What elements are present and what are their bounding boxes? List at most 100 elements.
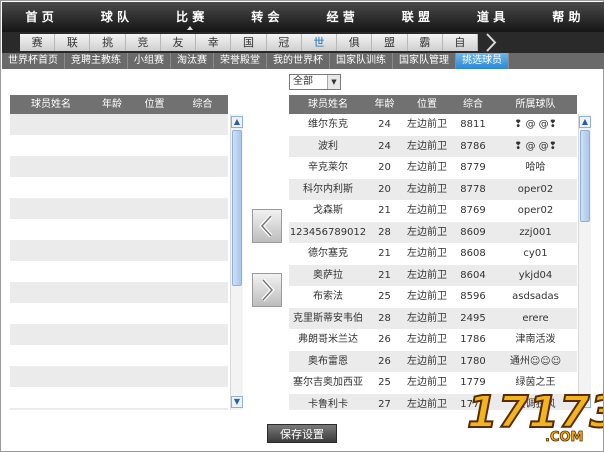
table-row[interactable]: 布索法 25 左边前卫 8596 asdsadas (289, 286, 577, 308)
cell-player-name: 戈森斯 (313, 205, 343, 216)
left-col-age: 年龄 (102, 99, 122, 110)
sub-nav-item[interactable]: 挑 (90, 34, 126, 51)
move-right-button[interactable] (252, 273, 282, 307)
save-settings-button[interactable]: 保存设置 (267, 424, 337, 443)
table-row[interactable]: 奥萨拉 21 左边前卫 8604 ykjd04 (289, 264, 577, 286)
right-col-team: 所属球队 (515, 99, 556, 110)
top-nav-item[interactable]: 球 队 (77, 2, 152, 32)
cell-team: erere (522, 312, 549, 324)
cell-age: 25 (378, 291, 391, 302)
right-scrollbar[interactable]: ▲ ▼ (578, 114, 591, 410)
top-nav: 首 页球 队比 赛转 会经 营联 盟道 具帮 助 (2, 2, 604, 32)
table-row[interactable]: 奥布雷恩 26 左边前卫 1780 通州☺☺☺ (289, 350, 577, 372)
table-row[interactable]: 维尔东克 24 左边前卫 8811 ❢ @ @❢ (289, 114, 577, 136)
cell-age: 26 (378, 355, 391, 367)
top-nav-item[interactable]: 帮 助 (529, 2, 604, 32)
logo-suffix: .COM (545, 430, 583, 445)
cell-overall: 2495 (460, 312, 486, 324)
top-nav-item[interactable]: 首 页 (2, 2, 77, 32)
move-left-button[interactable] (252, 209, 282, 243)
cell-team: ❢ @ @❢ (513, 140, 558, 152)
sub-nav-item[interactable]: 霸 (408, 34, 443, 51)
cell-age: 28 (378, 226, 391, 238)
scroll-thumb[interactable] (232, 130, 242, 286)
table-row[interactable]: 波利 24 左边前卫 8786 ❢ @ @❢ (289, 135, 577, 157)
window-frame: 首 页球 队比 赛转 会经 营联 盟道 具帮 助 赛联挑竞友幸国冠世俱盟霸自 世… (0, 0, 604, 452)
cell-overall: 8608 (460, 248, 486, 259)
cell-overall: 8596 (460, 291, 486, 302)
sub-nav-item[interactable]: 赛 (20, 34, 56, 51)
cell-overall: 8779 (460, 162, 486, 173)
tab-item[interactable]: 淘汰赛 (171, 53, 214, 69)
tab-item[interactable]: 小组赛 (128, 53, 171, 69)
right-table-body: 维尔东克 24 左边前卫 8811 ❢ @ @❢ 波利 24 左边前卫 8786 ❢ @ @❢ 辛克… (289, 114, 577, 410)
left-table-header: 球员姓名 年龄 位置 综合 (10, 95, 228, 114)
right-col-age: 年龄 (374, 99, 395, 110)
tab-item[interactable]: 我的世界杯 (267, 53, 330, 69)
sub-nav-item[interactable]: 盟 (372, 34, 408, 51)
cell-player-name: 科尔内利斯 (303, 183, 353, 195)
table-row[interactable]: 123456789012 28 左边前卫 8609 zzj001 (289, 221, 577, 243)
cell-overall: 8811 (460, 119, 486, 130)
cell-age: 24 (378, 119, 391, 130)
filter-select[interactable]: 全部 ▼ (289, 74, 341, 90)
cell-player-name: 辛克莱尔 (308, 162, 348, 173)
cell-age: 21 (378, 248, 391, 259)
table-row[interactable]: 弗朗哥米兰达 26 左边前卫 1786 津南活泼 (289, 329, 577, 351)
tab-item[interactable]: 世界杯首页 (2, 53, 65, 69)
table-row[interactable]: 克里斯蒂安韦伯 28 左边前卫 2495 erere (289, 307, 577, 329)
top-nav-item[interactable]: 联 盟 (378, 2, 453, 32)
scroll-up-icon[interactable]: ▲ (231, 116, 243, 128)
sub-nav-item[interactable]: 俱 (337, 34, 373, 51)
scroll-down-icon[interactable]: ▼ (231, 396, 243, 408)
top-nav-item[interactable]: 转 会 (228, 2, 303, 32)
cell-player-name: 卡鲁利卡 (308, 398, 348, 410)
sub-nav-item[interactable]: 竞 (126, 34, 161, 51)
tab-item[interactable]: 国家队管理 (393, 53, 456, 69)
tab-item[interactable]: 国家队训练 (330, 53, 393, 69)
dropdown-arrow-icon[interactable]: ▼ (327, 75, 340, 89)
cell-team: 哈哈 (525, 162, 546, 173)
sub-nav-item[interactable]: 冠 (267, 34, 302, 51)
table-row[interactable]: 辛克莱尔 20 左边前卫 8779 哈哈 (289, 157, 577, 179)
cell-overall: 8786 (460, 140, 486, 152)
chevron-right-icon[interactable] (484, 32, 498, 53)
sub-nav-item[interactable]: 世 (302, 34, 338, 51)
tab-item[interactable]: 竞聘主教练 (65, 53, 128, 69)
left-scrollbar[interactable]: ▲ ▼ (230, 114, 243, 410)
sub-nav-item[interactable]: 自 (443, 34, 479, 51)
cell-team: oper02 (517, 183, 554, 195)
sub-nav-item[interactable]: 幸 (196, 34, 232, 51)
cell-position: 左边前卫 (407, 355, 447, 367)
scroll-up-icon[interactable]: ▲ (579, 116, 591, 128)
arrow-left-icon (259, 214, 273, 238)
top-nav-item[interactable]: 比 赛 (153, 2, 228, 32)
top-nav-item[interactable]: 经 营 (303, 2, 378, 32)
cell-position: 左边前卫 (407, 162, 447, 173)
scroll-thumb[interactable] (580, 130, 590, 222)
tab-item[interactable]: 挑选球员 (456, 53, 509, 69)
cell-player-name: 克里斯蒂安韦伯 (293, 312, 363, 324)
site-logo: 17173 .COM (466, 386, 603, 445)
cell-age: 20 (378, 162, 391, 173)
cell-team: cy01 (523, 248, 548, 259)
sub-nav-item[interactable]: 国 (231, 34, 267, 51)
sub-nav-item[interactable]: 友 (161, 34, 197, 51)
top-nav-item[interactable]: 道 具 (454, 2, 529, 32)
tab-item[interactable]: 荣誉殿堂 (214, 53, 267, 69)
table-row[interactable]: 戈森斯 21 左边前卫 8769 oper02 (289, 200, 577, 222)
cell-age: 21 (378, 205, 391, 216)
left-table-body (10, 114, 228, 410)
cell-team: 通州☺☺☺ (509, 355, 562, 367)
cell-position: 左边前卫 (407, 119, 447, 130)
cell-position: 左边前卫 (407, 205, 447, 216)
tab-bar: 世界杯首页 竞聘主教练 小组赛 淘汰赛 荣誉殿堂 我的世界杯 国家队训练 国家队管理 挑选球员 (2, 53, 604, 69)
cell-team: oper02 (517, 205, 554, 216)
table-row[interactable]: 德尔塞克 21 左边前卫 8608 cy01 (289, 243, 577, 265)
cell-player-name: 德尔塞克 (308, 248, 348, 259)
table-row[interactable]: 科尔内利斯 20 左边前卫 8778 oper02 (289, 178, 577, 200)
cell-player-name: 塞尔吉奥加西亚 (293, 377, 363, 388)
sub-nav-item[interactable]: 联 (55, 34, 91, 51)
cell-position: 左边前卫 (407, 248, 447, 259)
cell-overall: 8778 (460, 183, 486, 195)
